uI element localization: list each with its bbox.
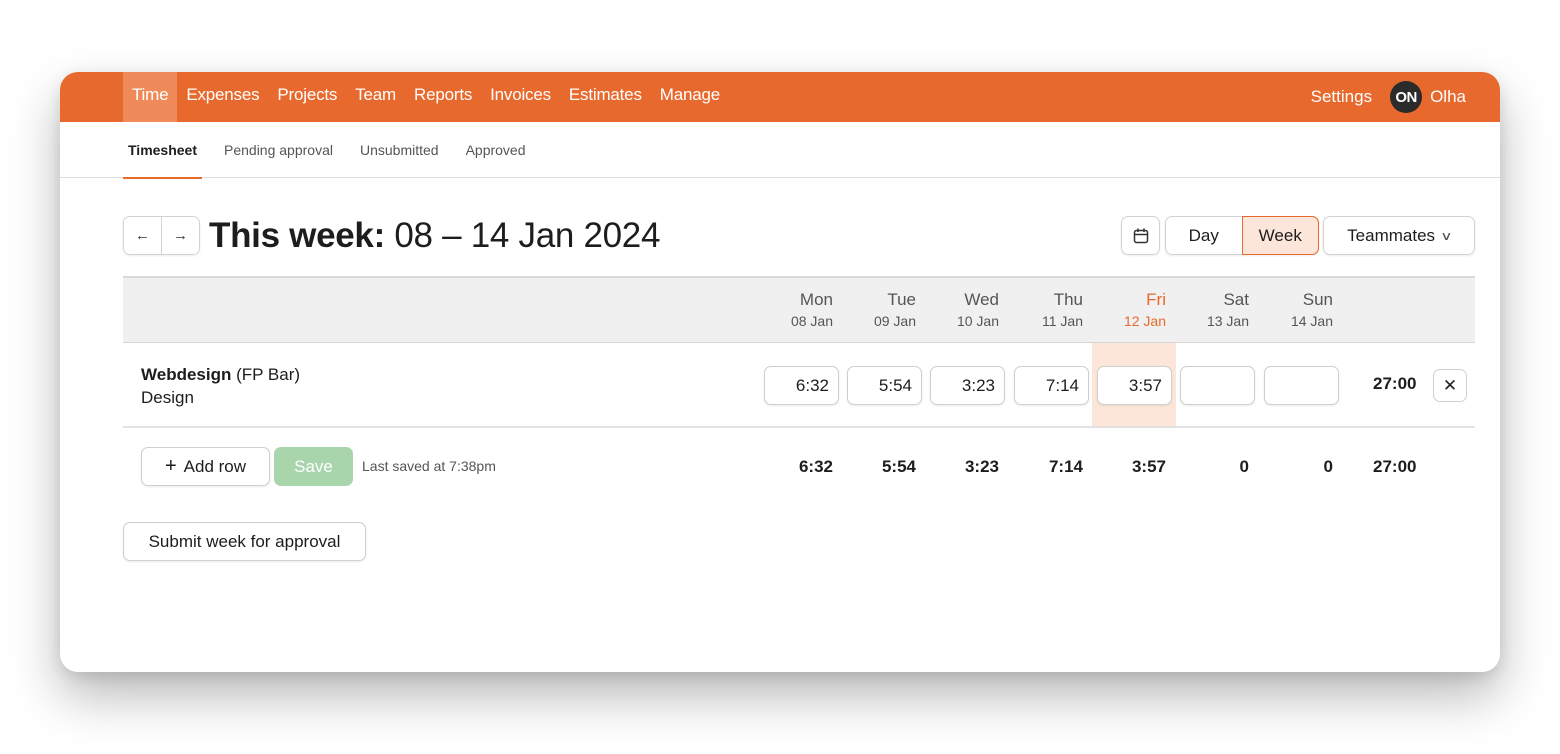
- nav-item-invoices[interactable]: Invoices: [481, 72, 560, 122]
- task-name: Design: [141, 388, 194, 407]
- teammates-dropdown[interactable]: Teammates ∨: [1323, 216, 1475, 255]
- time-entry-sun[interactable]: [1264, 366, 1339, 405]
- day-header: Sun 14 Jan: [1273, 290, 1333, 331]
- nav-right: Settings ON Olha: [1311, 72, 1466, 122]
- view-toggle: Day Week: [1165, 216, 1319, 255]
- nav-item-projects[interactable]: Projects: [268, 72, 346, 122]
- day-header: Thu 11 Jan: [1023, 290, 1083, 331]
- day-name: Mon: [799, 290, 833, 309]
- title-range: 08 – 14 Jan 2024: [394, 216, 661, 255]
- grand-total: 27:00: [1373, 457, 1417, 476]
- tab-unsubmitted[interactable]: Unsubmitted: [355, 122, 444, 178]
- day-total: 3:23: [964, 457, 999, 476]
- calendar-icon: [1133, 228, 1148, 243]
- time-entry-sat[interactable]: [1180, 366, 1255, 405]
- day-date: 13 Jan: [1206, 313, 1249, 329]
- save-button[interactable]: Save: [274, 447, 353, 486]
- view-week-button[interactable]: Week: [1241, 216, 1319, 255]
- day-total: 3:57: [1131, 457, 1166, 476]
- day-header: Sat 13 Jan: [1189, 290, 1249, 331]
- day-name: Thu: [1053, 290, 1083, 309]
- submit-week-button[interactable]: Submit week for approval: [123, 522, 366, 561]
- table-row: Webdesign (FP Bar) Design 27:00 ✕: [123, 343, 1475, 428]
- day-total: 0: [1239, 457, 1249, 476]
- project-name: Webdesign (FP Bar): [141, 364, 300, 386]
- close-icon: ✕: [1442, 375, 1458, 395]
- app-window: Time Expenses Projects Team Reports Invo…: [60, 72, 1500, 672]
- day-total: 7:14: [1048, 457, 1083, 476]
- day-date: 14 Jan: [1290, 313, 1333, 329]
- week-navigation: ← →: [123, 216, 200, 255]
- chevron-down-icon: ∨: [1440, 228, 1453, 243]
- nav-item-expenses[interactable]: Expenses: [177, 72, 268, 122]
- day-date: 08 Jan: [790, 313, 833, 329]
- sub-nav: Timesheet Pending approval Unsubmitted A…: [60, 122, 1500, 179]
- time-entry-fri[interactable]: [1097, 366, 1172, 405]
- time-entry-wed[interactable]: [930, 366, 1005, 405]
- day-name: Sun: [1302, 290, 1333, 309]
- day-date: 11 Jan: [1042, 313, 1083, 329]
- project-title: Webdesign: [141, 365, 232, 384]
- plus-icon: +: [164, 455, 177, 477]
- time-entry-mon[interactable]: [764, 366, 839, 405]
- day-total: 5:54: [881, 457, 916, 476]
- page-title: This week: 08 – 14 Jan 2024: [209, 214, 660, 258]
- day-header: Wed 10 Jan: [939, 290, 999, 331]
- nav-item-team[interactable]: Team: [346, 72, 405, 122]
- day-date: 09 Jan: [873, 313, 916, 329]
- client-name: (FP Bar): [236, 365, 301, 384]
- nav-item-estimates[interactable]: Estimates: [560, 72, 651, 122]
- prev-week-button[interactable]: ←: [124, 217, 161, 254]
- nav-item-reports[interactable]: Reports: [405, 72, 481, 122]
- calendar-button[interactable]: [1121, 216, 1160, 255]
- top-nav: Time Expenses Projects Team Reports Invo…: [60, 72, 1500, 122]
- settings-link[interactable]: Settings: [1311, 87, 1372, 107]
- next-week-button[interactable]: →: [161, 217, 199, 254]
- day-header-today: Fri 12 Jan: [1106, 290, 1166, 331]
- user-menu[interactable]: Olha: [1430, 87, 1466, 107]
- add-row-button[interactable]: + Add row: [141, 447, 270, 486]
- nav-item-manage[interactable]: Manage: [651, 72, 729, 122]
- table-header: Mon 08 Jan Tue 09 Jan Wed 10 Jan Thu 11 …: [123, 276, 1475, 343]
- nav-items: Time Expenses Projects Team Reports Invo…: [123, 72, 729, 122]
- day-name: Sat: [1223, 290, 1249, 309]
- day-header: Mon 08 Jan: [773, 290, 833, 331]
- teammates-label: Teammates: [1347, 225, 1436, 245]
- tab-pending-approval[interactable]: Pending approval: [219, 122, 338, 178]
- day-name: Tue: [887, 290, 916, 309]
- time-entry-tue[interactable]: [847, 366, 922, 405]
- arrow-right-icon: →: [173, 227, 188, 244]
- day-header: Tue 09 Jan: [856, 290, 916, 331]
- day-total: 6:32: [798, 457, 833, 476]
- arrow-left-icon: ←: [135, 227, 150, 244]
- nav-item-time[interactable]: Time: [123, 72, 178, 122]
- day-date: 10 Jan: [956, 313, 999, 329]
- view-day-button[interactable]: Day: [1166, 217, 1242, 254]
- tab-approved[interactable]: Approved: [461, 122, 531, 178]
- last-saved-status: Last saved at 7:38pm: [362, 458, 496, 474]
- table-footer: + Add row Save Last saved at 7:38pm 6:32…: [123, 430, 1475, 502]
- day-name: Fri: [1146, 290, 1166, 309]
- tab-timesheet[interactable]: Timesheet: [123, 122, 202, 179]
- title-prefix: This week:: [209, 216, 385, 255]
- time-entry-thu[interactable]: [1014, 366, 1089, 405]
- subnav-tabs: Timesheet Pending approval Unsubmitted A…: [123, 122, 548, 179]
- row-total: 27:00: [1373, 374, 1417, 393]
- remove-row-button[interactable]: ✕: [1433, 369, 1467, 402]
- day-name: Wed: [964, 290, 999, 309]
- day-date: 12 Jan: [1123, 313, 1166, 329]
- day-total: 0: [1323, 457, 1333, 476]
- avatar[interactable]: ON: [1390, 81, 1423, 113]
- add-row-label: Add row: [183, 456, 247, 476]
